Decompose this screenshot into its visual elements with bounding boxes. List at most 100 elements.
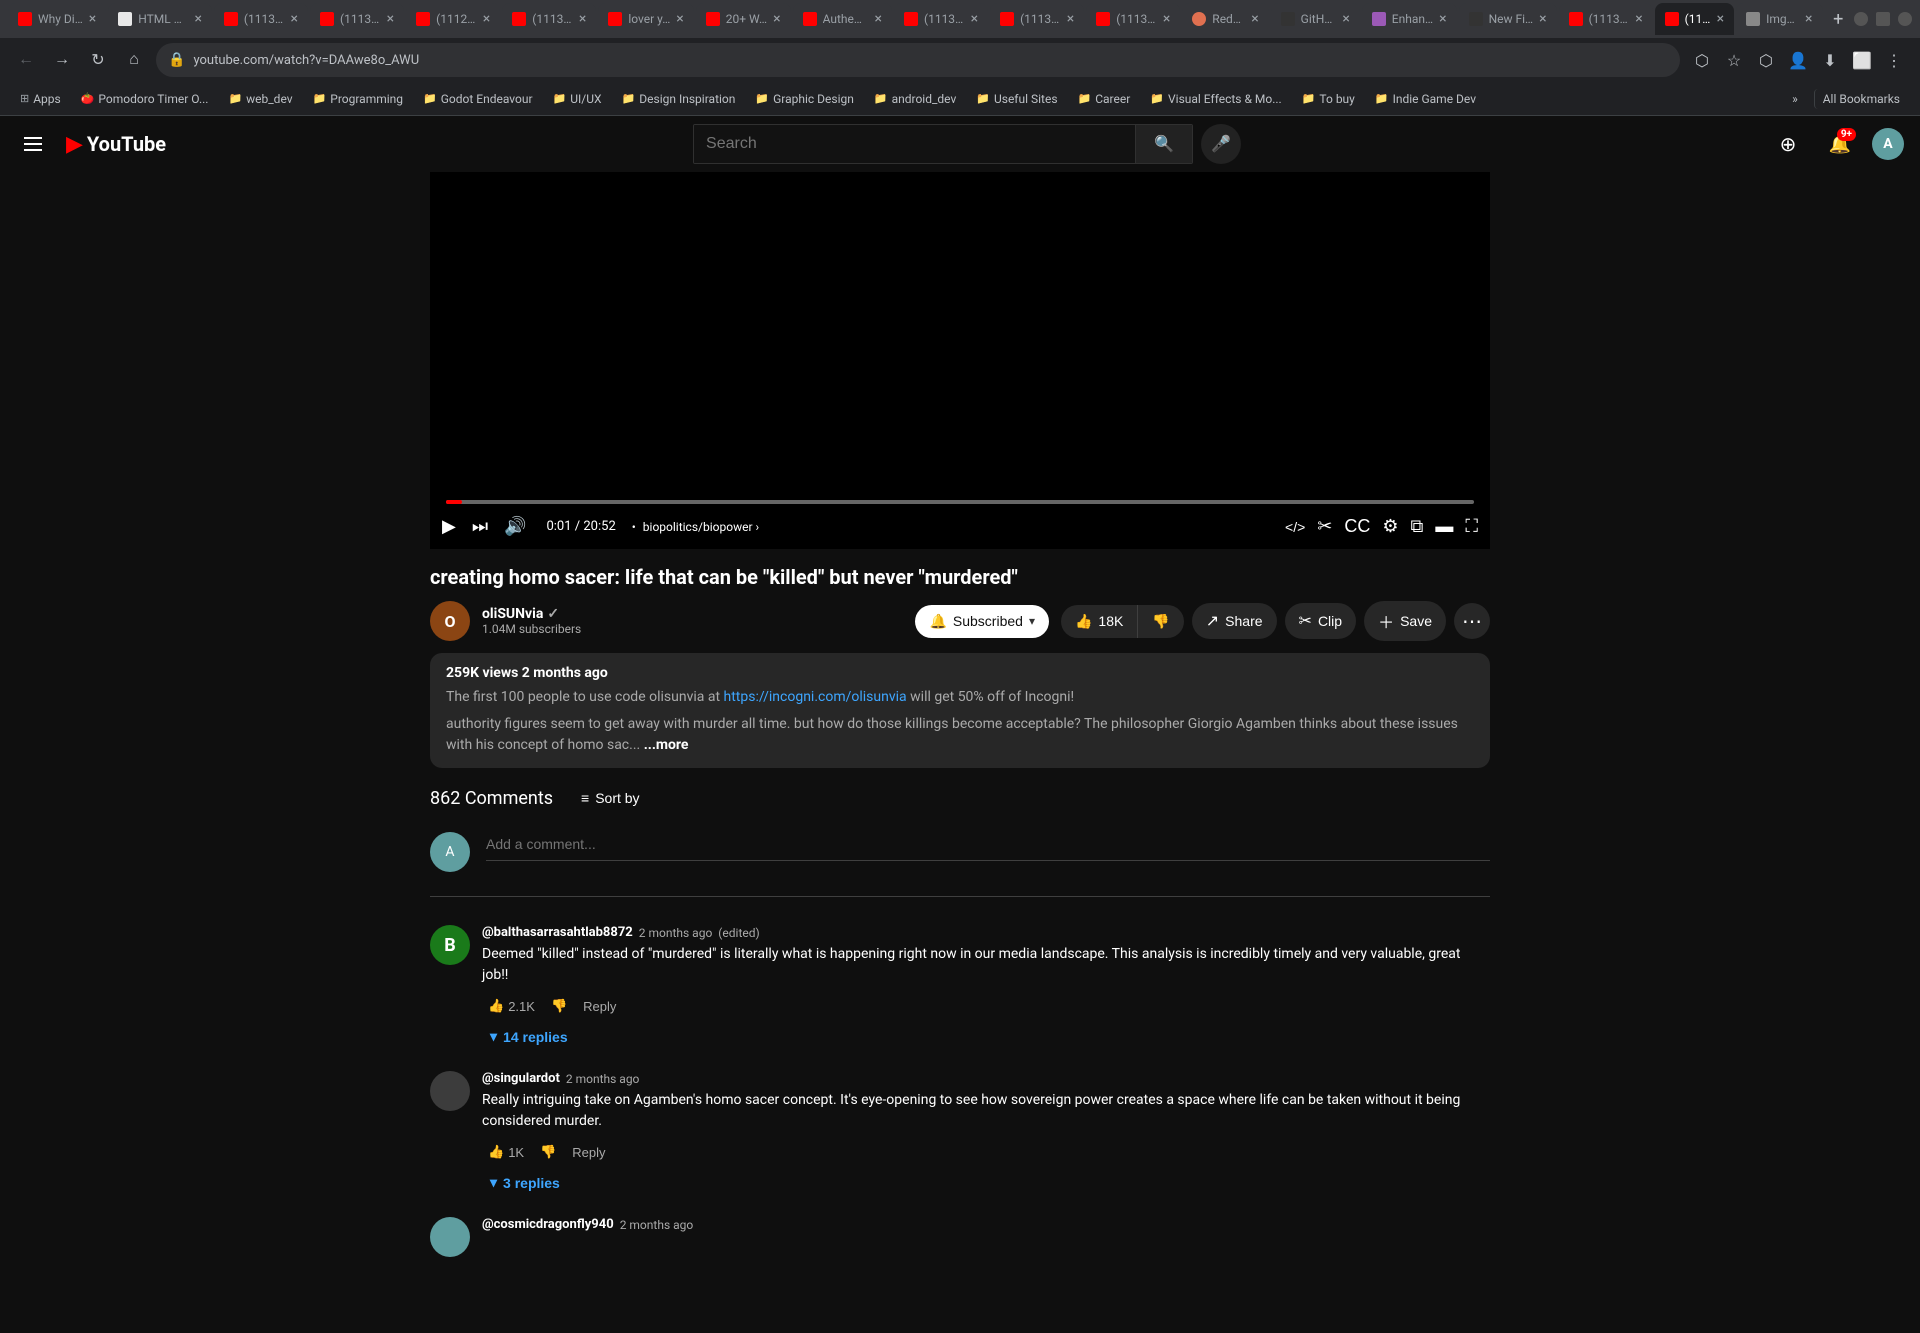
sort-button[interactable]: ≡ Sort by bbox=[569, 784, 652, 812]
comment-dislike-button[interactable]: 👎 bbox=[545, 994, 573, 1018]
tab-close-icon[interactable]: × bbox=[1067, 11, 1074, 27]
browser-tab[interactable]: Imgur: × bbox=[1736, 3, 1822, 35]
extension-icon[interactable]: ⬡ bbox=[1752, 46, 1780, 74]
tab-close-icon[interactable]: × bbox=[291, 11, 298, 27]
tab-close-icon[interactable]: × bbox=[387, 11, 394, 27]
bookmark-webdev[interactable]: 📁 web_dev bbox=[220, 89, 300, 109]
tab-close-icon[interactable]: × bbox=[1439, 11, 1446, 27]
next-button[interactable]: ⏭ bbox=[468, 512, 492, 541]
settings-button[interactable]: ⚙ bbox=[1378, 512, 1402, 541]
profile-icon[interactable]: 👤 bbox=[1784, 46, 1812, 74]
comment-reply-button[interactable]: Reply bbox=[577, 995, 622, 1018]
browser-tab[interactable]: Why Di... × bbox=[8, 3, 106, 35]
browser-tab[interactable]: lover y... × bbox=[598, 3, 693, 35]
back-button[interactable]: ← bbox=[12, 46, 40, 74]
comment-dislike-button[interactable]: 👎 bbox=[534, 1140, 562, 1164]
more-options-icon[interactable]: ⋮ bbox=[1880, 46, 1908, 74]
tab-close-icon[interactable]: × bbox=[1805, 11, 1812, 27]
comment-reply-button[interactable]: Reply bbox=[566, 1141, 611, 1164]
description-box[interactable]: 259K views 2 months ago The first 100 pe… bbox=[430, 653, 1490, 768]
download-icon[interactable]: ⬇ bbox=[1816, 46, 1844, 74]
reload-button[interactable]: ↻ bbox=[84, 46, 112, 74]
bookmark-useful-sites[interactable]: 📁 Useful Sites bbox=[968, 89, 1065, 109]
cast-icon[interactable]: ⬡ bbox=[1688, 46, 1716, 74]
subscribe-button[interactable]: 🔔 Subscribed ▾ bbox=[915, 605, 1049, 638]
bookmark-icon[interactable]: ☆ bbox=[1720, 46, 1748, 74]
tab-close-icon[interactable]: × bbox=[483, 11, 490, 27]
browser-tab[interactable]: 20+ W... × bbox=[696, 3, 791, 35]
browser-tab[interactable]: Enhan... × bbox=[1362, 3, 1457, 35]
close-button[interactable] bbox=[1898, 12, 1912, 26]
tab-close-icon[interactable]: × bbox=[89, 11, 96, 27]
subtitles-button[interactable]: CC bbox=[1340, 512, 1374, 541]
bookmark-pomodoro[interactable]: 🍅 Pomodoro Timer O... bbox=[73, 89, 217, 109]
theater-button[interactable]: ▬ bbox=[1431, 512, 1457, 541]
maximize-button[interactable] bbox=[1876, 12, 1890, 26]
browser-tab[interactable]: (11130) × bbox=[310, 3, 404, 35]
bookmark-uiux[interactable]: 📁 UI/UX bbox=[545, 89, 610, 109]
chapter-display[interactable]: • biopolitics/biopower › bbox=[632, 520, 759, 534]
bookmark-android[interactable]: 📁 android_dev bbox=[866, 89, 964, 109]
bookmarks-overflow-button[interactable]: » bbox=[1784, 89, 1806, 109]
tab-close-icon[interactable]: × bbox=[1251, 11, 1258, 27]
browser-tab[interactable]: Reddit × bbox=[1182, 3, 1268, 35]
tab-close-icon[interactable]: × bbox=[1635, 11, 1642, 27]
tab-close-icon[interactable]: × bbox=[194, 11, 201, 27]
expand-description-button[interactable]: ...more bbox=[644, 737, 689, 753]
embed-code-button[interactable]: </> bbox=[1281, 515, 1309, 539]
tab-close-icon[interactable]: × bbox=[971, 11, 978, 27]
hamburger-menu-button[interactable] bbox=[16, 129, 50, 159]
tab-close-icon[interactable]: × bbox=[1539, 11, 1546, 27]
bookmark-graphic-design[interactable]: 📁 Graphic Design bbox=[747, 89, 861, 109]
browser-tab[interactable]: (11139) × bbox=[1086, 3, 1180, 35]
dislike-button[interactable]: 👎 bbox=[1138, 605, 1183, 638]
tablet-icon[interactable]: ⬜ bbox=[1848, 46, 1876, 74]
browser-tab[interactable]: GitHub × bbox=[1271, 3, 1360, 35]
all-bookmarks-button[interactable]: All Bookmarks bbox=[1814, 89, 1908, 109]
browser-tab[interactable]: Authen... × bbox=[793, 3, 892, 35]
search-button[interactable]: 🔍 bbox=[1135, 125, 1192, 163]
promo-link[interactable]: https://incogni.com/olisunvia bbox=[724, 689, 907, 705]
comment-input[interactable] bbox=[486, 832, 1490, 856]
comment-like-button[interactable]: 👍 2.1K bbox=[482, 994, 541, 1018]
tab-close-icon[interactable]: × bbox=[1342, 11, 1349, 27]
comment-like-button[interactable]: 👍 1K bbox=[482, 1140, 530, 1164]
browser-tab[interactable]: (11139) × bbox=[1559, 3, 1653, 35]
voice-search-button[interactable]: 🎤 bbox=[1201, 124, 1241, 164]
browser-tab[interactable]: HTML E... × bbox=[108, 3, 212, 35]
browser-tab-active[interactable]: (11... × bbox=[1655, 3, 1734, 35]
minimize-button[interactable] bbox=[1854, 12, 1868, 26]
bookmark-career[interactable]: 📁 Career bbox=[1070, 89, 1139, 109]
tab-close-icon[interactable]: × bbox=[1717, 11, 1724, 27]
bookmark-indiegame[interactable]: 📁 Indie Game Dev bbox=[1367, 89, 1484, 109]
play-button[interactable]: ▶ bbox=[438, 512, 460, 541]
bookmark-tobuy[interactable]: 📁 To buy bbox=[1294, 89, 1363, 109]
browser-tab[interactable]: (11133) × bbox=[502, 3, 596, 35]
more-actions-button[interactable]: ⋯ bbox=[1454, 603, 1490, 639]
tab-close-icon[interactable]: × bbox=[874, 11, 881, 27]
forward-button[interactable]: → bbox=[48, 46, 76, 74]
channel-name-text[interactable]: oliSUNvia bbox=[482, 606, 543, 622]
like-button[interactable]: 👍 18K bbox=[1061, 605, 1138, 638]
tab-close-icon[interactable]: × bbox=[579, 11, 586, 27]
show-replies-button[interactable]: ▾ 14 replies bbox=[482, 1022, 576, 1051]
search-input[interactable] bbox=[694, 125, 1135, 163]
comment-author[interactable]: @cosmicdragonfly940 bbox=[482, 1217, 614, 1232]
browser-tab[interactable]: (11135) × bbox=[894, 3, 988, 35]
clip-button[interactable]: ✂ Clip bbox=[1285, 603, 1357, 639]
fullscreen-button[interactable]: ⛶ bbox=[1461, 512, 1482, 541]
share-button[interactable]: ↗ Share bbox=[1192, 603, 1277, 639]
tab-close-icon[interactable]: × bbox=[773, 11, 780, 27]
youtube-logo[interactable]: ▶ YouTube bbox=[66, 132, 166, 157]
video-progress-bar[interactable] bbox=[446, 500, 1474, 504]
new-tab-button[interactable]: + bbox=[1825, 5, 1852, 33]
tab-close-icon[interactable]: × bbox=[1163, 11, 1170, 27]
tab-close-icon[interactable]: × bbox=[676, 11, 683, 27]
notifications-button[interactable]: 🔔 9+ bbox=[1820, 124, 1860, 164]
comment-author[interactable]: @balthasarrasahtlab8872 bbox=[482, 925, 633, 940]
browser-tab[interactable]: New Fi... × bbox=[1459, 3, 1557, 35]
channel-avatar[interactable]: O bbox=[430, 601, 470, 641]
home-button[interactable]: ⌂ bbox=[120, 46, 148, 74]
create-button[interactable]: ⊕ bbox=[1768, 124, 1808, 164]
address-bar[interactable]: 🔒 youtube.com/watch?v=DAAwe8o_AWU bbox=[156, 43, 1680, 77]
